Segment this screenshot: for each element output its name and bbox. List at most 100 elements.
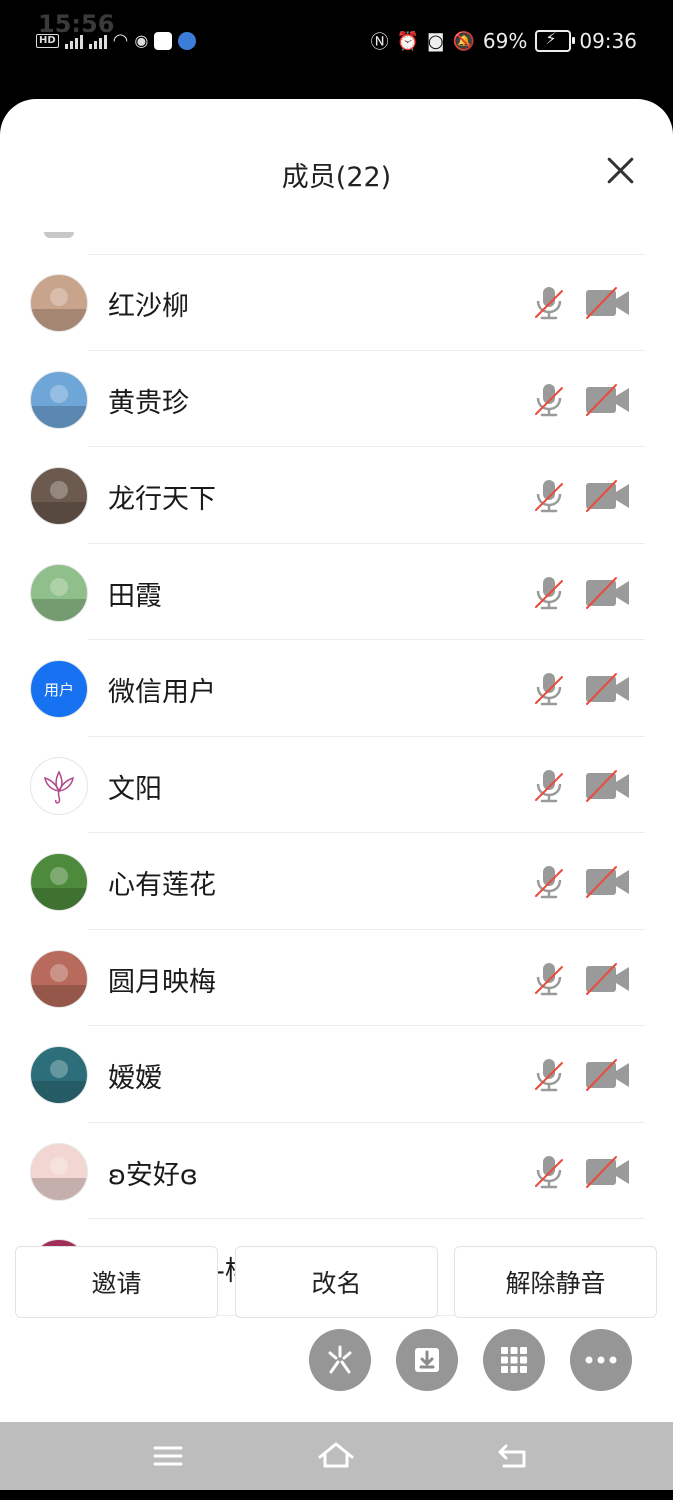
camera-off-icon (586, 866, 629, 898)
mic-muted-icon (535, 576, 563, 609)
mic-toggle[interactable] (530, 960, 568, 998)
photo-avatar-icon (31, 1156, 87, 1200)
nfc-icon: Ⓝ (370, 32, 389, 53)
camera-toggle[interactable] (584, 383, 632, 417)
photo-avatar-icon (31, 384, 87, 428)
status-bar: 15:56 HD ◠ ◉ Ⓝ ⏰ ◙ 🔕 69% ⚡ 09:36 (0, 0, 673, 95)
camera-toggle[interactable] (584, 479, 632, 513)
member-row[interactable]: 圆月映梅 (0, 930, 673, 1026)
avatar[interactable] (30, 370, 88, 429)
avatar[interactable]: 用户 (30, 660, 88, 718)
sparkle-icon (328, 1345, 352, 1374)
mic-muted-icon (535, 480, 563, 513)
avatar[interactable] (30, 274, 88, 332)
eye-icon: ◉ (134, 31, 149, 50)
camera-toggle[interactable] (584, 576, 632, 610)
close-button[interactable] (605, 155, 635, 185)
avatar[interactable] (30, 949, 88, 1008)
mic-toggle[interactable] (530, 477, 568, 515)
lotus-avatar-icon (44, 769, 74, 804)
member-row[interactable]: 黄贵珍 (0, 351, 673, 447)
battery-percent: 69% (482, 29, 528, 53)
camera-off-icon (586, 1059, 629, 1091)
member-row[interactable]: 文阳 (0, 737, 673, 833)
camera-off-icon (586, 480, 629, 512)
mic-toggle[interactable] (530, 1056, 568, 1094)
mic-toggle[interactable] (530, 1153, 568, 1191)
mic-muted-icon (535, 673, 563, 706)
mic-toggle[interactable] (530, 574, 568, 612)
camera-toggle[interactable] (584, 865, 632, 899)
status-left-icons: HD ◠ ◉ (36, 30, 197, 51)
mic-toggle[interactable] (530, 863, 568, 901)
mic-muted-icon (535, 866, 563, 899)
camera-toggle[interactable] (584, 769, 632, 803)
member-row[interactable]: 心有莲花 (0, 833, 673, 930)
member-row[interactable]: 田霞 (0, 544, 673, 640)
rename-button[interactable]: 改名 (235, 1246, 438, 1318)
signal-2-icon (88, 33, 107, 49)
avatar[interactable] (30, 1046, 88, 1104)
clock: 09:36 (579, 29, 637, 53)
alarm-icon: ⏰ (396, 30, 420, 52)
photo-avatar-icon (31, 963, 87, 1007)
mic-muted-icon (535, 287, 563, 320)
avatar[interactable] (30, 467, 88, 525)
sparkle-button[interactable] (309, 1329, 371, 1391)
member-list[interactable]: 红沙柳 黄贵珍 龙行天下 田霞 用户 微信用户 文阳 心有莲花 圆月映梅 嫒嫒 ʚ安好ɞ Q40636… (0, 232, 673, 1316)
browser-icon (178, 31, 197, 50)
mic-toggle[interactable] (530, 670, 568, 708)
download-icon (415, 1348, 439, 1372)
camera-toggle[interactable] (584, 1155, 632, 1189)
photo-avatar-icon (31, 1060, 87, 1103)
camera-toggle[interactable] (584, 672, 632, 706)
more-button[interactable] (570, 1329, 632, 1391)
photo-avatar-icon (31, 481, 87, 524)
mute-status-icon: 🔕 (452, 30, 475, 52)
camera-toggle[interactable] (584, 962, 632, 996)
camera-toggle[interactable] (584, 1058, 632, 1092)
invite-button[interactable]: 邀请 (15, 1246, 218, 1318)
member-name: ʚ安好ɞ (108, 1159, 198, 1191)
camera-off-icon (586, 962, 629, 995)
avatar-label: 用户 (43, 680, 74, 699)
member-row[interactable]: ʚ安好ɞ (0, 1123, 673, 1219)
camera-off-icon (586, 383, 629, 416)
avatar[interactable] (30, 563, 88, 622)
photo-avatar-icon (31, 288, 87, 331)
back-button[interactable] (494, 1438, 534, 1474)
action-bar: 邀请 改名 解除静音 (15, 1246, 658, 1320)
camera-toggle[interactable] (584, 286, 632, 320)
app-notif-icon (154, 31, 173, 50)
navigation-bar (0, 1422, 673, 1490)
avatar[interactable] (30, 1142, 88, 1201)
member-name: 红沙柳 (108, 291, 189, 322)
member-name: 心有莲花 (108, 870, 216, 901)
mic-muted-icon (535, 1059, 563, 1092)
unmute-all-button[interactable]: 解除静音 (454, 1246, 657, 1318)
member-name: 龙行天下 (108, 484, 216, 515)
grid-button[interactable] (483, 1329, 545, 1391)
wifi-icon: ◠ (112, 30, 129, 51)
home-button[interactable] (316, 1438, 356, 1474)
member-row[interactable]: 龙行天下 (0, 447, 673, 544)
back-icon (498, 1444, 526, 1468)
download-button[interactable] (396, 1329, 458, 1391)
mic-toggle[interactable] (530, 767, 568, 805)
menu-button[interactable] (150, 1438, 190, 1474)
status-right-icons: Ⓝ ⏰ ◙ 🔕 69% ⚡ 09:36 (371, 28, 637, 54)
mic-muted-icon (535, 962, 563, 995)
member-name: 圆月映梅 (108, 966, 216, 998)
avatar[interactable] (30, 756, 88, 815)
partial-avatar (44, 232, 74, 238)
member-row[interactable]: 嫒嫒 (0, 1026, 673, 1123)
mic-muted-icon (535, 769, 563, 802)
camera-status-icon: ◙ (427, 30, 445, 52)
home-icon (318, 1442, 354, 1468)
avatar[interactable] (30, 853, 88, 911)
member-name: 文阳 (108, 773, 162, 805)
member-row[interactable]: 红沙柳 (0, 254, 673, 351)
mic-toggle[interactable] (530, 284, 568, 322)
member-row[interactable]: 用户 微信用户 (0, 640, 673, 737)
mic-toggle[interactable] (530, 381, 568, 419)
